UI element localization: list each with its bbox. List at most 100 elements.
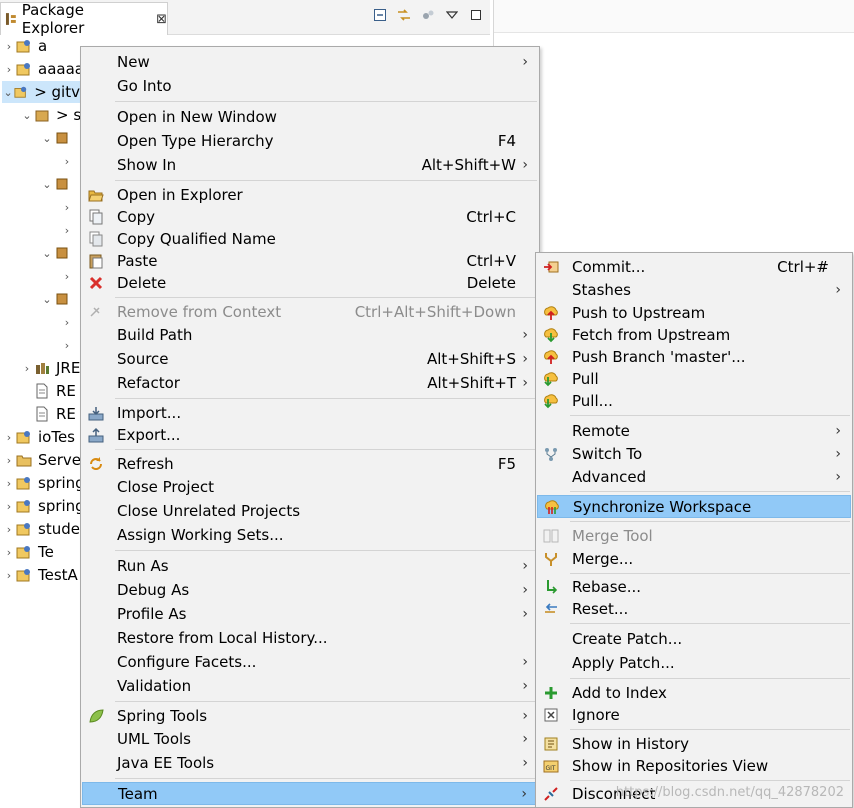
tree-item[interactable]: › [60,219,74,241]
chevron-right-icon[interactable]: › [20,362,34,375]
menu-item-refresh[interactable]: Refresh F5 [82,453,538,476]
chevron-right-icon[interactable]: › [60,270,74,283]
minimize-icon[interactable] [468,7,484,23]
menu-item-synchronize-workspace[interactable]: Synchronize Workspace [537,495,851,518]
chevron-right-icon[interactable]: › [2,40,16,53]
tree-item[interactable]: ⌄ [40,288,76,310]
menu-item-validation[interactable]: Validation › [82,675,538,698]
menu-item-close-unrelated-projects[interactable]: Close Unrelated Projects [82,500,538,523]
tree-item[interactable]: › ioTes [2,426,75,448]
menu-item-show-in[interactable]: Show In Alt+Shift+W › [82,154,538,177]
tree-item[interactable]: › [60,150,74,172]
menu-item-open-in-new-window[interactable]: Open in New Window [82,106,538,129]
menu-item-uml-tools[interactable]: UML Tools › [82,728,538,751]
menu-item-restore-from-local-history[interactable]: Restore from Local History... [82,627,538,650]
menu-item-source[interactable]: Source Alt+Shift+S › [82,348,538,371]
menu-item-import[interactable]: Import... [82,402,538,425]
menu-item-new[interactable]: New › [82,51,538,74]
menu-item-add-to-index[interactable]: Add to Index [537,682,851,705]
menu-item-advanced[interactable]: Advanced › [537,466,851,489]
focus-icon[interactable] [420,7,436,23]
tree-item[interactable]: › TestA [2,564,78,586]
menu-item-commit[interactable]: Commit... Ctrl+# [537,256,851,279]
menu-item-rebase[interactable]: Rebase... [537,576,851,599]
tree-item[interactable]: › a [2,35,47,57]
tree-item[interactable]: RE [20,403,76,425]
chevron-down-icon[interactable]: ⌄ [20,109,34,122]
chevron-right-icon[interactable]: › [2,569,16,582]
chevron-down-icon[interactable]: ⌄ [40,178,54,191]
tree-item[interactable]: › aaaaa [2,58,84,80]
chevron-right-icon[interactable]: › [2,431,16,444]
tree-item[interactable]: › [60,265,74,287]
chevron-right-icon[interactable]: › [60,155,74,168]
chevron-right-icon[interactable]: › [60,201,74,214]
view-menu-icon[interactable] [444,7,460,23]
menu-item-copy-qualified-name[interactable]: Copy Qualified Name [82,228,538,251]
menu-item-assign-working-sets[interactable]: Assign Working Sets... [82,524,538,547]
menu-item-profile-as[interactable]: Profile As › [82,603,538,626]
close-icon[interactable]: ⊠ [156,12,167,27]
menu-item-pull[interactable]: Pull [537,368,851,391]
tree-item[interactable]: › [60,334,74,356]
tree-item[interactable]: RE [20,380,76,402]
menu-item-delete[interactable]: Delete Delete [82,272,538,295]
menu-item-refactor[interactable]: Refactor Alt+Shift+T › [82,372,538,395]
menu-item-stashes[interactable]: Stashes › [537,279,851,302]
menu-item-team[interactable]: Team › [82,782,538,805]
tree-item[interactable]: › stude [2,518,80,540]
menu-item-create-patch[interactable]: Create Patch... [537,628,851,651]
chevron-right-icon[interactable]: › [2,523,16,536]
menu-item-paste[interactable]: Paste Ctrl+V [82,250,538,273]
tree-item[interactable]: ⌄ [40,173,76,195]
menu-item-switch-to[interactable]: Switch To › [537,443,851,466]
tree-item[interactable]: › [60,311,74,333]
menu-item-push-to-upstream[interactable]: Push to Upstream [537,302,851,325]
chevron-right-icon[interactable]: › [2,546,16,559]
menu-item-reset[interactable]: Reset... [537,598,851,621]
menu-item-run-as[interactable]: Run As › [82,555,538,578]
menu-item-build-path[interactable]: Build Path › [82,324,538,347]
menu-item-copy[interactable]: Copy Ctrl+C [82,206,538,229]
tree-item[interactable]: › Serve [2,449,81,471]
tree-item[interactable]: › spring [2,495,85,517]
menu-item-open-in-explorer[interactable]: Open in Explorer [82,184,538,207]
tree-item[interactable]: › spring [2,472,85,494]
menu-item-push-branch[interactable]: Push Branch 'master'... [537,346,851,369]
chevron-right-icon[interactable]: › [60,224,74,237]
menu-item-remote[interactable]: Remote › [537,420,851,443]
tree-item[interactable]: › [60,196,74,218]
chevron-down-icon[interactable]: ⌄ [40,132,54,145]
menu-item-remove-from-context[interactable]: Remove from Context Ctrl+Alt+Shift+Down [82,301,538,324]
chevron-down-icon[interactable]: ⌄ [2,86,14,99]
chevron-down-icon[interactable]: ⌄ [40,293,54,306]
tree-item[interactable]: ⌄ > s [20,104,81,126]
menu-item-close-project[interactable]: Close Project [82,476,538,499]
tree-item[interactable]: › JRE [20,357,81,379]
menu-item-configure-facets[interactable]: Configure Facets... › [82,651,538,674]
chevron-right-icon[interactable]: › [2,500,16,513]
menu-item-open-type-hierarchy[interactable]: Open Type Hierarchy F4 [82,130,538,153]
menu-item-go-into[interactable]: Go Into [82,75,538,98]
chevron-down-icon[interactable]: ⌄ [40,247,54,260]
menu-item-merge-tool[interactable]: Merge Tool [537,525,851,548]
menu-item-apply-patch[interactable]: Apply Patch... [537,652,851,675]
menu-item-java-ee-tools[interactable]: Java EE Tools › [82,752,538,775]
chevron-right-icon[interactable]: › [2,454,16,467]
collapse-all-icon[interactable] [372,7,388,23]
chevron-right-icon[interactable]: › [60,316,74,329]
chevron-right-icon[interactable]: › [2,63,16,76]
menu-item-export[interactable]: Export... [82,424,538,447]
menu-item-spring-tools[interactable]: Spring Tools › [82,705,538,728]
menu-item-debug-as[interactable]: Debug As › [82,579,538,602]
tree-item[interactable]: ⌄ [40,127,76,149]
tab-package-explorer[interactable]: Package Explorer ⊠ [0,1,168,37]
tree-item[interactable]: ⌄ [40,242,76,264]
chevron-right-icon[interactable]: › [60,339,74,352]
menu-item-ignore[interactable]: Ignore [537,704,851,727]
link-with-editor-icon[interactable] [396,7,412,23]
menu-item-show-in-repositories-view[interactable]: GIT Show in Repositories View [537,755,851,778]
menu-item-fetch-from-upstream[interactable]: Fetch from Upstream [537,324,851,347]
tree-item[interactable]: › Te [2,541,54,563]
menu-item-merge[interactable]: Merge... [537,548,851,571]
